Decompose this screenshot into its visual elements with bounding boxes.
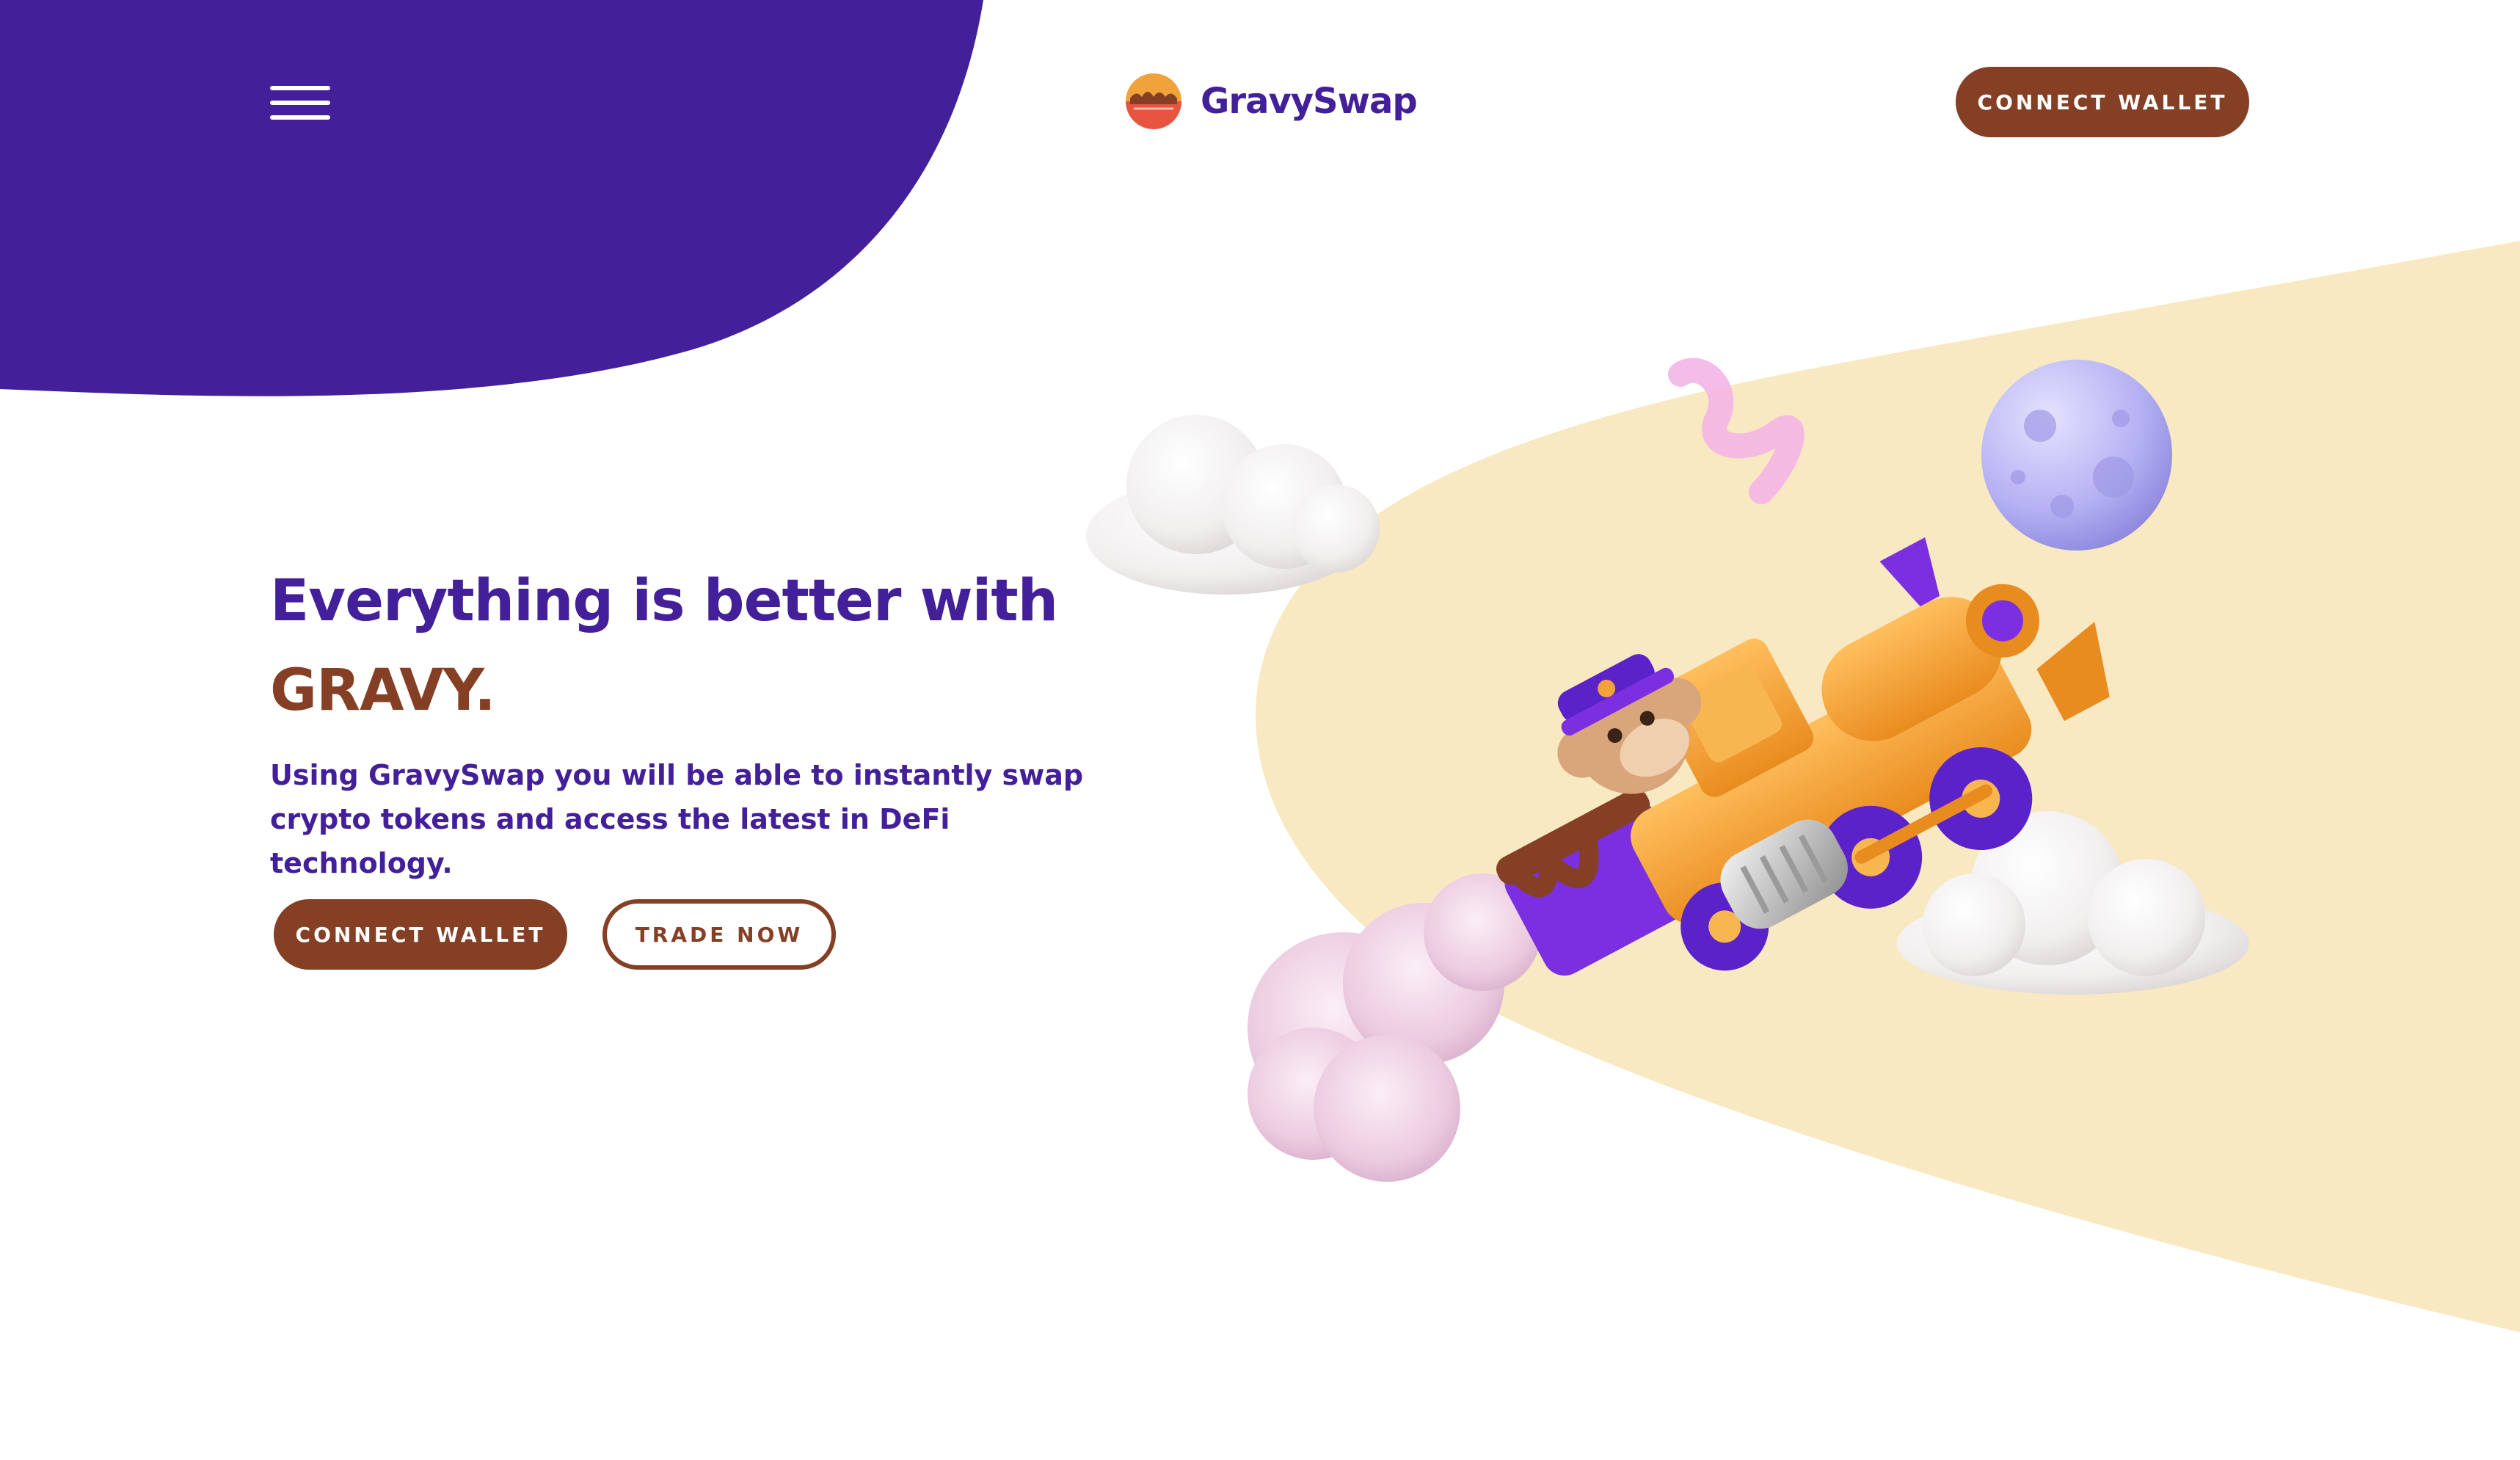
- purple-corner-blob: [0, 0, 983, 396]
- hero-title: Everything is better with GRAVY.: [270, 556, 1077, 736]
- header-connect-wallet-button[interactable]: CONNECT WALLET: [1956, 67, 2249, 137]
- brand-name: GravySwap: [1201, 81, 1418, 122]
- steam-wisp: [1668, 357, 1805, 504]
- trade-now-button[interactable]: TRADE NOW: [602, 899, 836, 970]
- hero-title-accent: GRAVY.: [270, 658, 496, 724]
- hero-connect-wallet-button[interactable]: CONNECT WALLET: [274, 899, 567, 970]
- hamburger-menu-icon[interactable]: [270, 84, 330, 121]
- moon-icon: [1981, 360, 2172, 551]
- gravy-bowl-logo-icon: [1126, 73, 1181, 129]
- hero-description: Using GravySwap you will be able to inst…: [270, 759, 1084, 879]
- exhaust-smoke: [1248, 874, 1541, 1182]
- brand-logo[interactable]: GravySwap: [1124, 72, 1418, 131]
- cloud-left: [1086, 415, 1380, 595]
- hero-title-line: Everything is better with: [270, 568, 1058, 634]
- hero-illustration: [1086, 357, 2249, 1182]
